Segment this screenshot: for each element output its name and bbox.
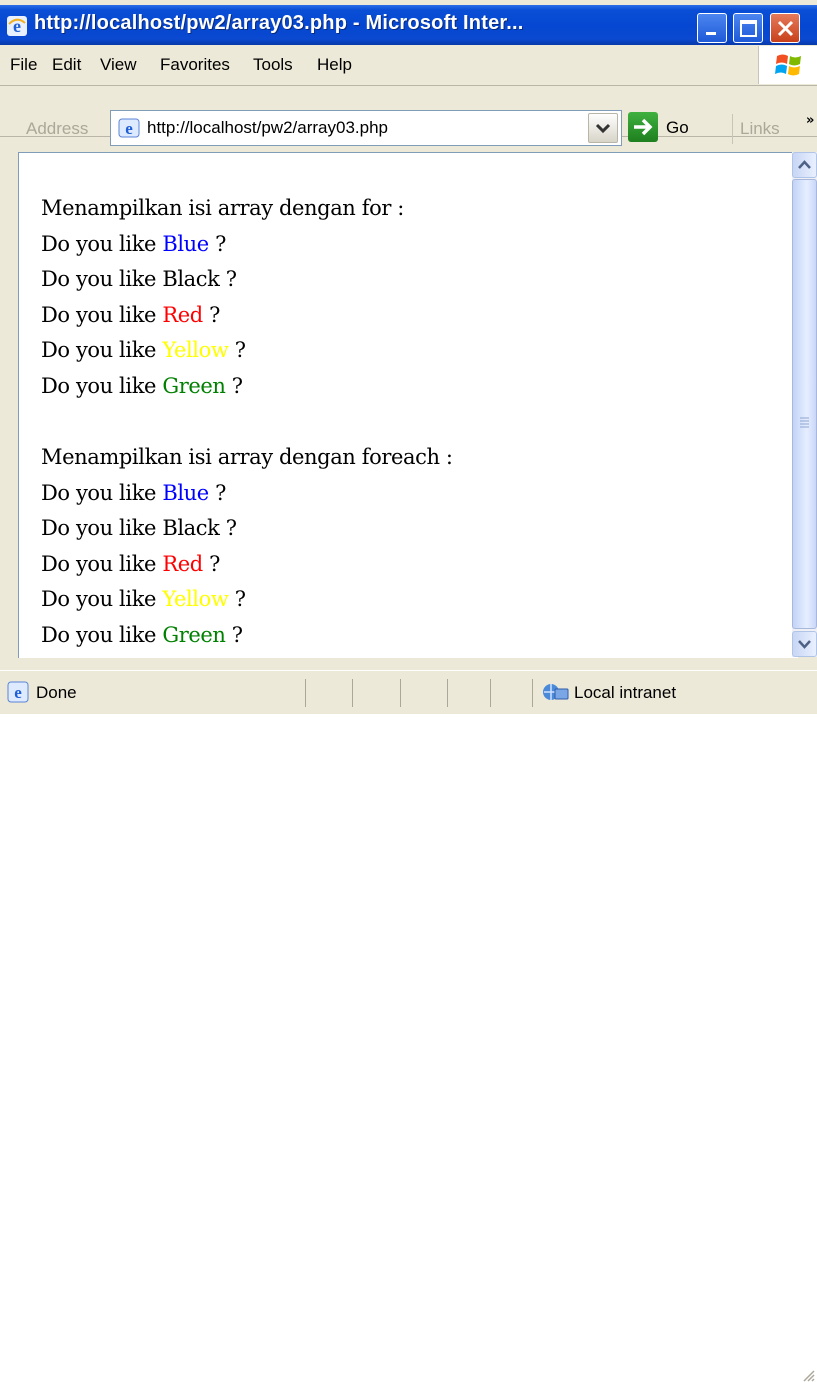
menu-edit[interactable]: Edit bbox=[52, 55, 81, 75]
color-name: Yellow bbox=[162, 587, 229, 611]
question-suffix: ? bbox=[228, 338, 246, 362]
question-suffix: ? bbox=[225, 622, 243, 647]
color-name: Black bbox=[162, 267, 220, 291]
color-name: Blue bbox=[162, 231, 209, 256]
svg-text:e: e bbox=[125, 119, 133, 138]
arrow-right-icon bbox=[628, 112, 658, 142]
menu-file[interactable]: File bbox=[10, 55, 37, 75]
color-question: Do you like Green ? bbox=[41, 618, 453, 654]
scrollbar-thumb[interactable] bbox=[792, 179, 817, 629]
svg-text:e: e bbox=[14, 683, 22, 702]
color-question: Do you like Red ? bbox=[41, 298, 453, 334]
chevron-up-icon bbox=[798, 160, 811, 169]
links-button[interactable]: Links bbox=[740, 119, 780, 139]
question-prefix: Do you like bbox=[41, 338, 163, 362]
color-name: Yellow bbox=[162, 338, 229, 362]
menu-view[interactable]: View bbox=[100, 55, 137, 75]
browser-window: e http://localhost/pw2/array03.php - Mic… bbox=[0, 0, 817, 1382]
question-prefix: Do you like bbox=[41, 480, 163, 505]
question-suffix: ? bbox=[219, 516, 237, 540]
question-suffix: ? bbox=[225, 373, 243, 398]
question-prefix: Do you like bbox=[41, 587, 163, 611]
page-viewport[interactable]: Menampilkan isi array dengan for : Do yo… bbox=[18, 152, 798, 658]
window-title: http://localhost/pw2/array03.php - Micro… bbox=[34, 12, 524, 34]
status-bar: e Done Local intranet bbox=[0, 670, 817, 1382]
minimize-icon bbox=[706, 32, 716, 35]
maximize-button[interactable] bbox=[733, 13, 763, 43]
menu-favorites[interactable]: Favorites bbox=[160, 55, 230, 75]
go-label: Go bbox=[666, 118, 689, 137]
color-question: Do you like Yellow ? bbox=[41, 333, 453, 369]
status-text: Done bbox=[36, 683, 77, 702]
color-question: Do you like Yellow ? bbox=[41, 582, 453, 618]
ie-icon: e bbox=[6, 680, 30, 708]
question-suffix: ? bbox=[208, 480, 226, 505]
address-label: Address bbox=[26, 119, 89, 138]
ie-page-icon: e bbox=[117, 116, 141, 144]
menu-tools[interactable]: Tools bbox=[253, 55, 293, 75]
security-zone: Local intranet bbox=[574, 683, 677, 702]
heading-for: Menampilkan isi array dengan for : bbox=[41, 196, 404, 220]
question-prefix: Do you like bbox=[41, 516, 163, 540]
intranet-icon bbox=[540, 679, 570, 709]
question-suffix: ? bbox=[208, 231, 226, 256]
windows-logo-icon bbox=[758, 46, 817, 84]
color-question: Do you like Black ? bbox=[41, 511, 453, 547]
color-name: Red bbox=[162, 302, 203, 327]
question-suffix: ? bbox=[202, 551, 220, 576]
color-name: Green bbox=[162, 622, 226, 647]
color-name: Green bbox=[162, 373, 226, 398]
question-prefix: Do you like bbox=[41, 373, 163, 398]
ie-icon: e bbox=[6, 15, 28, 37]
question-suffix: ? bbox=[228, 587, 246, 611]
color-name: Blue bbox=[162, 480, 209, 505]
status-divider bbox=[532, 679, 533, 707]
scroll-up-button[interactable] bbox=[792, 152, 817, 178]
color-question: Do you like Blue ? bbox=[41, 227, 453, 263]
question-prefix: Do you like bbox=[41, 302, 163, 327]
go-button[interactable]: Go bbox=[628, 110, 728, 146]
question-prefix: Do you like bbox=[41, 231, 163, 256]
minimize-button[interactable] bbox=[697, 13, 727, 43]
question-suffix: ? bbox=[202, 302, 220, 327]
close-button[interactable] bbox=[770, 13, 800, 43]
scroll-down-button[interactable] bbox=[792, 631, 817, 657]
title-bar[interactable]: e http://localhost/pw2/array03.php - Mic… bbox=[0, 5, 817, 45]
status-divider bbox=[447, 679, 448, 707]
grip-icon bbox=[800, 417, 809, 428]
color-question: Do you like Red ? bbox=[41, 547, 453, 583]
double-chevron-right-icon[interactable]: » bbox=[806, 113, 814, 128]
address-field[interactable]: e http://localhost/pw2/array03.php bbox=[110, 110, 622, 146]
color-list-foreach: Do you like Blue ? Do you like Black ? Do … bbox=[41, 476, 453, 654]
close-icon bbox=[777, 20, 794, 37]
status-divider bbox=[305, 679, 306, 707]
maximize-icon bbox=[740, 20, 757, 37]
color-name: Red bbox=[162, 551, 203, 576]
color-question: Do you like Green ? bbox=[41, 369, 453, 405]
color-question: Do you like Black ? bbox=[41, 262, 453, 298]
toolbar-separator bbox=[732, 114, 733, 144]
status-divider bbox=[400, 679, 401, 707]
menu-help[interactable]: Help bbox=[317, 55, 352, 75]
page-content: Menampilkan isi array dengan for : Do yo… bbox=[41, 191, 453, 653]
question-prefix: Do you like bbox=[41, 551, 163, 576]
chevron-down-icon bbox=[798, 640, 811, 649]
question-prefix: Do you like bbox=[41, 622, 163, 647]
color-name: Black bbox=[162, 516, 220, 540]
color-question: Do you like Blue ? bbox=[41, 476, 453, 512]
status-divider bbox=[352, 679, 353, 707]
question-prefix: Do you like bbox=[41, 267, 163, 291]
vertical-scrollbar[interactable] bbox=[792, 152, 817, 657]
address-url: http://localhost/pw2/array03.php bbox=[147, 118, 388, 137]
status-divider bbox=[490, 679, 491, 707]
menu-bar: File Edit View Favorites Tools Help bbox=[0, 45, 817, 86]
heading-foreach: Menampilkan isi array dengan foreach : bbox=[41, 445, 453, 469]
address-dropdown-button[interactable] bbox=[588, 113, 618, 143]
chevron-down-icon bbox=[595, 123, 611, 134]
question-suffix: ? bbox=[219, 267, 237, 291]
color-list-for: Do you like Blue ? Do you like Black ? Do … bbox=[41, 227, 453, 405]
resize-grip-icon[interactable] bbox=[800, 1367, 815, 1382]
